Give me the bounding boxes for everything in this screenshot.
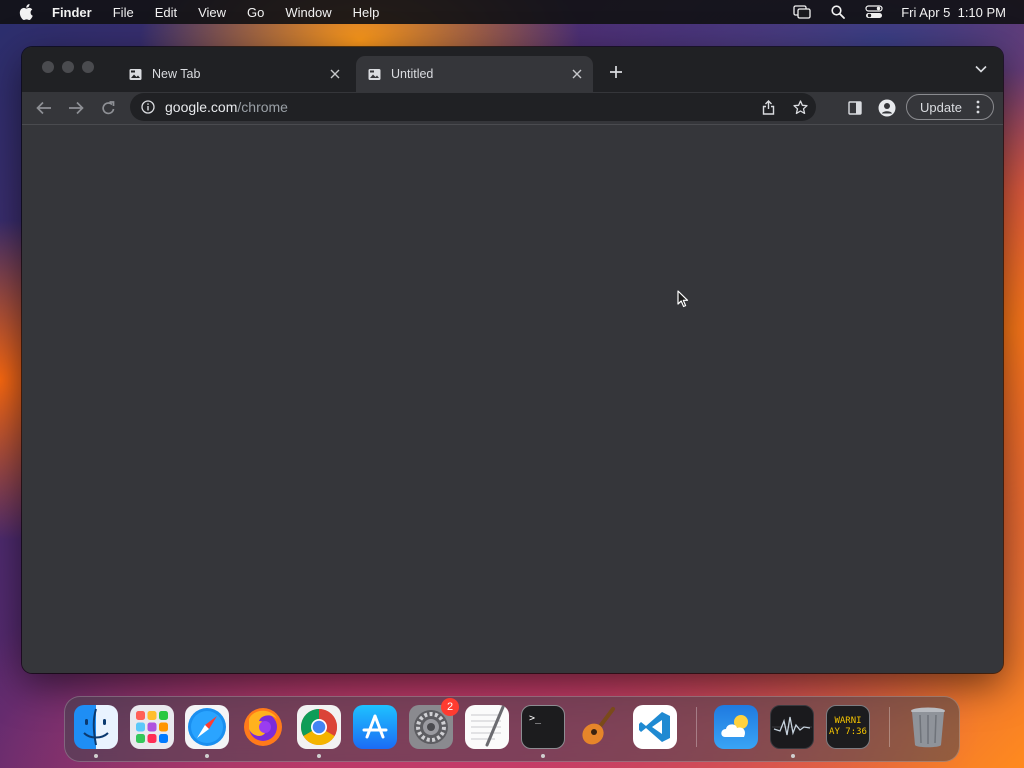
forward-arrow-icon[interactable] xyxy=(66,98,86,118)
firefox-icon xyxy=(244,708,282,746)
close-window-button[interactable] xyxy=(42,61,54,73)
menu-help[interactable]: Help xyxy=(353,5,380,20)
trash-can-icon xyxy=(911,707,945,748)
console-line-1: WARNI xyxy=(834,716,862,726)
tab-title: Untitled xyxy=(391,67,434,81)
tab-strip: New Tab Untitled xyxy=(22,47,1003,92)
dock-textedit[interactable] xyxy=(465,705,509,749)
menu-bar-status-area: Fri Apr 5 1:10 PM xyxy=(793,0,1006,24)
address-bar-actions xyxy=(752,93,816,121)
chrome-icon xyxy=(297,705,341,749)
launchpad-icon xyxy=(136,711,168,743)
menu-go[interactable]: Go xyxy=(247,5,264,20)
dock-garageband[interactable] xyxy=(577,705,621,749)
menu-view[interactable]: View xyxy=(198,5,226,20)
screen-mirroring-icon[interactable] xyxy=(793,4,811,20)
zoom-window-button[interactable] xyxy=(82,61,94,73)
menu-bar-clock[interactable]: Fri Apr 5 1:10 PM xyxy=(901,5,1006,20)
running-indicator xyxy=(317,754,321,758)
activity-graph-icon xyxy=(772,716,812,736)
running-indicator xyxy=(541,754,545,758)
update-chrome-button[interactable]: Update xyxy=(906,94,994,120)
notification-badge: 2 xyxy=(441,698,459,716)
dock-console[interactable]: WARNI AY 7:36 xyxy=(826,705,870,749)
address-path: /chrome xyxy=(237,99,288,115)
dock-activity-monitor[interactable] xyxy=(770,705,814,749)
tab-new-tab[interactable]: New Tab xyxy=(117,56,351,92)
site-info-icon[interactable] xyxy=(141,100,155,114)
app-store-icon xyxy=(362,714,388,739)
dock-system-settings[interactable]: 2 xyxy=(409,698,459,749)
safari-compass-icon xyxy=(188,708,226,746)
dock-google-chrome[interactable] xyxy=(297,705,341,749)
address-host: google.com xyxy=(165,99,238,115)
tab-title: New Tab xyxy=(152,67,201,81)
browser-toolbar: google.com/chrome Update xyxy=(22,92,1003,125)
dock-trash[interactable] xyxy=(906,705,950,749)
running-indicator xyxy=(94,754,98,758)
minimize-window-button[interactable] xyxy=(62,61,74,73)
finder-icon xyxy=(83,708,109,746)
more-menu-icon[interactable] xyxy=(971,98,985,116)
menu-edit[interactable]: Edit xyxy=(155,5,177,20)
page-icon xyxy=(368,68,381,81)
terminal-prompt-label: >_ xyxy=(529,713,542,724)
page-icon xyxy=(129,68,142,81)
spotlight-search-icon[interactable] xyxy=(829,4,847,20)
back-arrow-icon[interactable] xyxy=(34,98,54,118)
tab-search-chevron-icon[interactable] xyxy=(975,65,989,75)
address-url[interactable]: google.com/chrome xyxy=(165,99,288,115)
console-line-2: AY 7:36 xyxy=(829,727,867,737)
dock-app-store[interactable] xyxy=(353,705,397,749)
close-tab-icon[interactable] xyxy=(569,66,585,82)
dock-separator xyxy=(889,707,890,747)
dock-firefox[interactable] xyxy=(241,705,285,749)
mouse-cursor-icon xyxy=(677,290,689,308)
address-bar[interactable]: google.com/chrome xyxy=(130,93,816,121)
menu-file[interactable]: File xyxy=(113,5,134,20)
bookmark-star-icon[interactable] xyxy=(784,93,816,121)
running-indicator xyxy=(791,754,795,758)
reload-icon[interactable] xyxy=(98,98,118,118)
window-controls xyxy=(42,61,94,73)
close-tab-icon[interactable] xyxy=(327,66,343,82)
new-tab-plus-icon[interactable] xyxy=(607,63,625,81)
dock-separator xyxy=(696,707,697,747)
dock-finder[interactable] xyxy=(74,705,118,749)
dock-weather[interactable] xyxy=(714,705,758,749)
page-content-area[interactable] xyxy=(22,126,1003,673)
running-indicator xyxy=(205,754,209,758)
dock-visual-studio-code[interactable] xyxy=(633,705,677,749)
menu-bar: Finder File Edit View Go Window Help Fri… xyxy=(0,0,1024,24)
update-label: Update xyxy=(920,99,962,115)
dock-launchpad[interactable] xyxy=(130,705,174,749)
control-center-icon[interactable] xyxy=(865,4,883,20)
vscode-icon xyxy=(639,712,670,742)
apple-menu-icon[interactable] xyxy=(18,4,34,20)
guitar-icon xyxy=(582,707,615,745)
share-icon[interactable] xyxy=(752,93,784,121)
dock: 2 >_ WARNI AY 7:36 xyxy=(64,696,960,762)
menu-app-name[interactable]: Finder xyxy=(52,5,92,20)
dock-terminal[interactable]: >_ xyxy=(521,705,565,749)
dock-safari[interactable] xyxy=(185,705,229,749)
profile-avatar-icon[interactable] xyxy=(877,98,897,118)
weather-cloud-sun-icon xyxy=(721,715,748,737)
menu-window[interactable]: Window xyxy=(285,5,331,20)
side-panel-icon[interactable] xyxy=(845,98,865,118)
browser-window: New Tab Untitled google.com/chrome Updat… xyxy=(22,47,1003,673)
textedit-icon xyxy=(471,705,505,747)
tab-untitled[interactable]: Untitled xyxy=(356,56,593,92)
